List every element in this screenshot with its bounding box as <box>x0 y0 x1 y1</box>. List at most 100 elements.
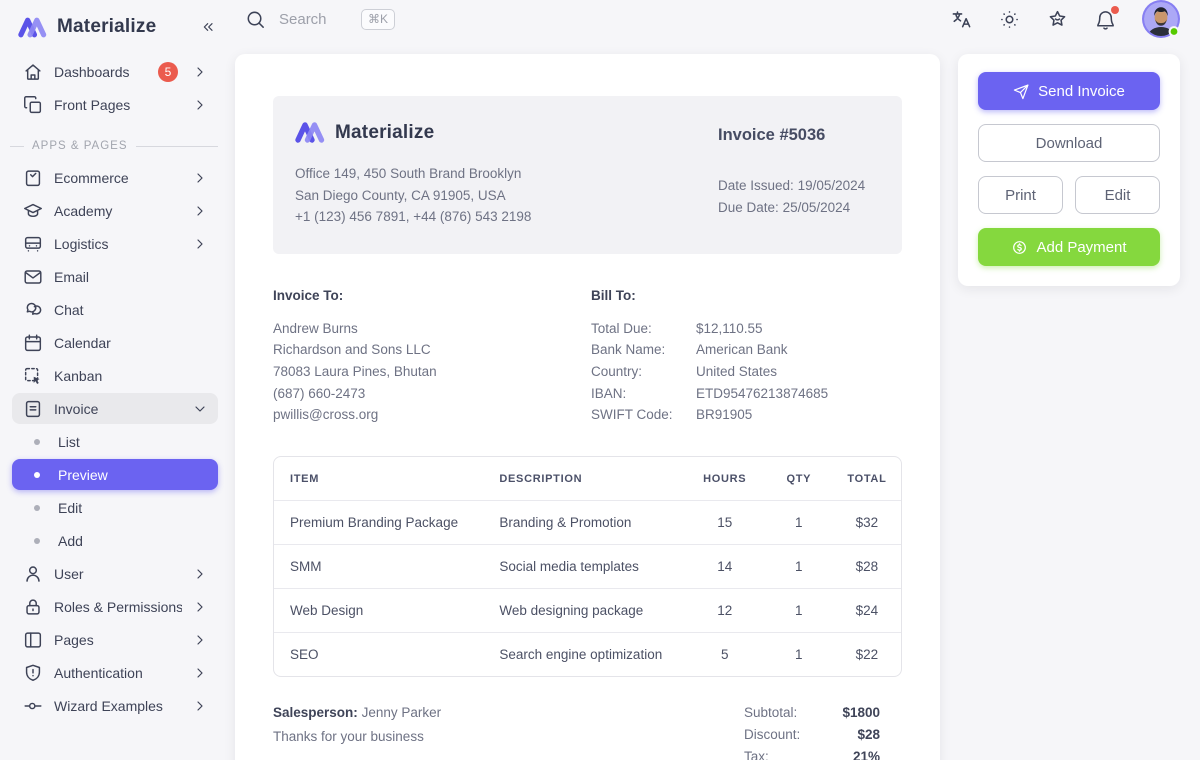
kanban-icon <box>22 365 44 387</box>
customer-address: 78083 Laura Pines, Bhutan <box>273 361 591 383</box>
customer-email: pwillis@cross.org <box>273 404 591 426</box>
sidebar-item-label: List <box>58 434 208 450</box>
search-bar[interactable]: ⌘K <box>244 8 395 31</box>
topbar: ⌘K <box>230 0 1200 38</box>
bullet-dot-icon <box>26 439 48 445</box>
bullet-dot-icon <box>26 472 48 478</box>
brand-logo-icon <box>18 15 47 40</box>
notifications-button[interactable] <box>1094 8 1117 31</box>
col-hours: HOURS <box>685 457 765 500</box>
sidebar: Materialize Dashboards 5 Front Pages APP… <box>0 0 230 760</box>
sidebar-item-authentication[interactable]: Authentication <box>12 657 218 688</box>
truck-icon <box>22 233 44 255</box>
chevron-right-icon <box>192 97 208 113</box>
edit-button[interactable]: Edit <box>1075 176 1160 214</box>
sidebar-item-ecommerce[interactable]: Ecommerce <box>12 162 218 193</box>
sidebar-item-label: Logistics <box>54 236 182 252</box>
notification-dot <box>1111 6 1119 14</box>
print-button[interactable]: Print <box>978 176 1063 214</box>
avatar-image <box>1142 0 1180 38</box>
sidebar-item-logistics[interactable]: Logistics <box>12 228 218 259</box>
layout-icon <box>22 629 44 651</box>
chevron-right-icon <box>192 170 208 186</box>
table-row: SEOSearch engine optimization 51$22 <box>274 632 901 676</box>
customer-name: Andrew Burns <box>273 318 591 340</box>
sidebar-item-roles-permissions[interactable]: Roles & Permissions <box>12 591 218 622</box>
bank-row: SWIFT Code:BR91905 <box>591 404 828 426</box>
search-shortcut: ⌘K <box>361 9 395 30</box>
salesperson-label: Salesperson: <box>273 705 358 720</box>
sidebar-item-kanban[interactable]: Kanban <box>12 360 218 391</box>
graduation-cap-icon <box>22 200 44 222</box>
sidebar-collapse-icon[interactable] <box>200 19 216 35</box>
sidebar-item-label: Calendar <box>54 335 208 351</box>
invoice-number: Invoice #5036 <box>718 126 880 145</box>
add-payment-button[interactable]: Add Payment <box>978 228 1160 266</box>
shield-icon <box>22 662 44 684</box>
bullet-dot-icon <box>26 538 48 544</box>
sidebar-item-pages[interactable]: Pages <box>12 624 218 655</box>
sidebar-item-label: Ecommerce <box>54 170 182 186</box>
salesperson-name: Jenny Parker <box>362 705 442 720</box>
invoice-to-heading: Invoice To: <box>273 288 591 303</box>
sidebar-item-dashboards[interactable]: Dashboards 5 <box>12 56 218 87</box>
send-icon <box>1013 83 1030 100</box>
sidebar-item-label: Chat <box>54 302 208 318</box>
chevron-right-icon <box>192 236 208 252</box>
sidebar-item-invoice-add[interactable]: Add <box>12 525 218 556</box>
calendar-icon <box>22 332 44 354</box>
brand-name: Materialize <box>57 16 190 38</box>
bullet-dot-icon <box>26 505 48 511</box>
bank-row: Country:United States <box>591 361 828 383</box>
sidebar-item-invoice-edit[interactable]: Edit <box>12 492 218 523</box>
bill-to-block: Bill To: Total Due:$12,110.55 Bank Name:… <box>591 288 828 426</box>
sidebar-item-label: Roles & Permissions <box>54 599 182 615</box>
language-icon[interactable] <box>950 8 973 31</box>
wizard-icon <box>22 695 44 717</box>
table-header-row: ITEM DESCRIPTION HOURS QTY TOTAL <box>274 457 901 500</box>
sidebar-item-label: Pages <box>54 632 182 648</box>
invoice-file-icon <box>22 398 44 420</box>
discount-row: Discount:$28 <box>744 727 880 742</box>
bank-row: Bank Name:American Bank <box>591 339 828 361</box>
send-invoice-button[interactable]: Send Invoice <box>978 72 1160 110</box>
col-qty: QTY <box>765 457 833 500</box>
bill-to-heading: Bill To: <box>591 288 828 303</box>
bank-row: IBAN:ETD95476213874685 <box>591 383 828 405</box>
sidebar-item-label: Invoice <box>54 401 182 417</box>
company-address-line2: San Diego County, CA 91905, USA <box>295 185 531 207</box>
due-date: Due Date: 25/05/2024 <box>718 197 880 219</box>
sidebar-item-calendar[interactable]: Calendar <box>12 327 218 358</box>
invoice-brand-logo-icon <box>295 120 325 145</box>
chevron-right-icon <box>192 599 208 615</box>
user-avatar[interactable] <box>1142 0 1180 38</box>
chevron-right-icon <box>192 665 208 681</box>
sidebar-item-invoice-preview[interactable]: Preview <box>12 459 218 490</box>
dashboards-badge: 5 <box>158 62 178 82</box>
date-issued: Date Issued: 19/05/2024 <box>718 175 880 197</box>
customer-company: Richardson and Sons LLC <box>273 339 591 361</box>
sidebar-item-academy[interactable]: Academy <box>12 195 218 226</box>
light-mode-sun-icon[interactable] <box>998 8 1021 31</box>
envelope-icon <box>22 266 44 288</box>
chevron-down-icon <box>192 401 208 417</box>
search-input[interactable] <box>279 11 349 28</box>
dollar-circle-icon <box>1011 239 1028 256</box>
thanks-note: Thanks for your business <box>273 729 441 744</box>
sidebar-section-apps-pages: APPS & PAGES <box>10 140 218 152</box>
search-icon <box>244 8 267 31</box>
sidebar-item-wizard-examples[interactable]: Wizard Examples <box>12 690 218 721</box>
sidebar-item-user[interactable]: User <box>12 558 218 589</box>
sidebar-item-invoice-list[interactable]: List <box>12 426 218 457</box>
sidebar-item-chat[interactable]: Chat <box>12 294 218 325</box>
sidebar-item-front-pages[interactable]: Front Pages <box>12 89 218 120</box>
shopping-bag-icon <box>22 167 44 189</box>
sidebar-item-label: Dashboards <box>54 64 148 80</box>
star-shortcuts-icon[interactable] <box>1046 8 1069 31</box>
sidebar-item-label: User <box>54 566 182 582</box>
download-button[interactable]: Download <box>978 124 1160 162</box>
user-icon <box>22 563 44 585</box>
sidebar-item-email[interactable]: Email <box>12 261 218 292</box>
company-address-line1: Office 149, 450 South Brand Brooklyn <box>295 163 531 185</box>
sidebar-item-invoice[interactable]: Invoice <box>12 393 218 424</box>
